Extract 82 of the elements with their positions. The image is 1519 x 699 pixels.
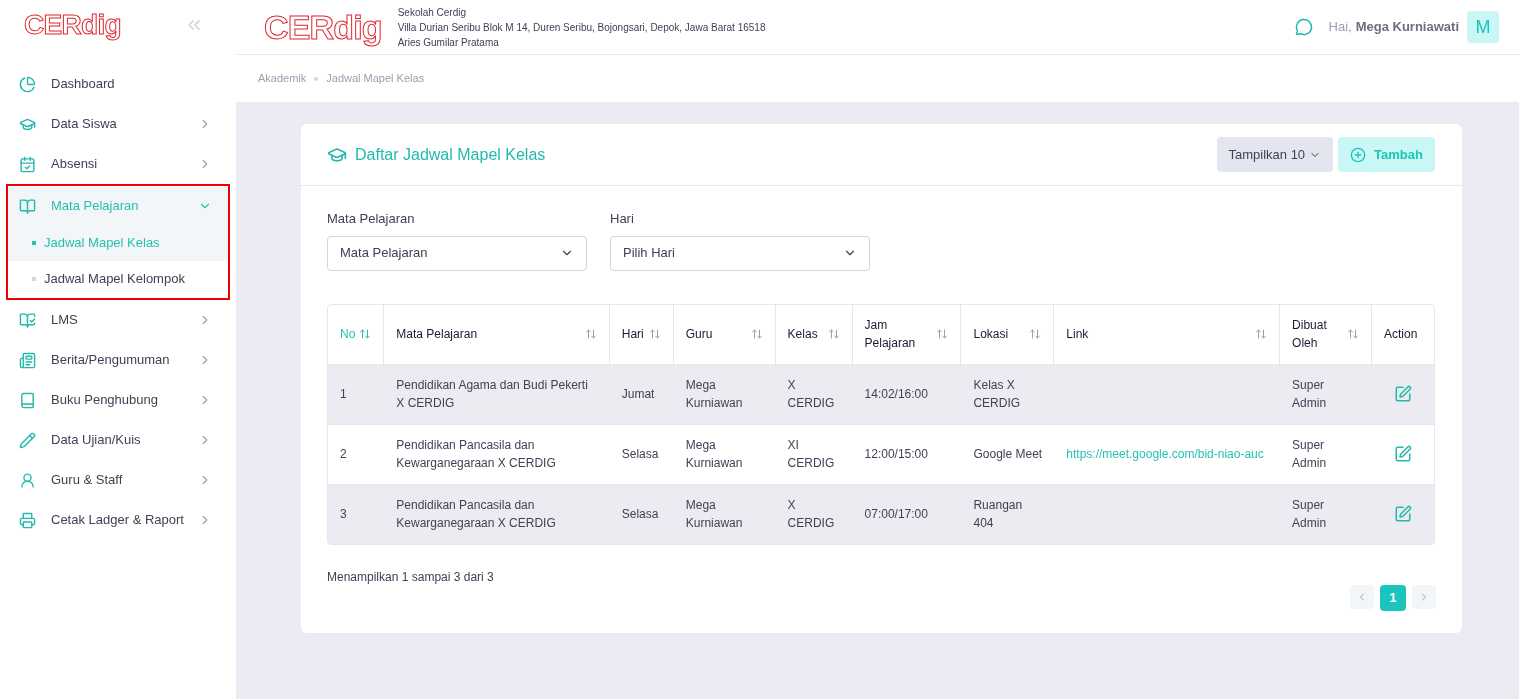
sort-icon[interactable]: [584, 328, 597, 340]
sidebar-item[interactable]: LMS: [8, 301, 228, 339]
sort-icon[interactable]: [1029, 328, 1042, 340]
book-icon: [19, 391, 36, 409]
table-cell: Jumat: [609, 363, 674, 424]
sort-icon[interactable]: [1255, 328, 1268, 340]
column-header[interactable]: Hari: [609, 304, 674, 364]
submenu-item[interactable]: Jadwal Mapel Kelompok: [8, 261, 228, 297]
sidebar-item[interactable]: Data Siswa: [8, 105, 228, 143]
table-cell: Super Admin: [1280, 483, 1372, 544]
sort-icon[interactable]: [359, 328, 372, 340]
table-cell: Mega Kurniawan: [673, 423, 776, 484]
open-book-icon: [19, 197, 36, 215]
user-name: Mega Kurniawati: [1355, 18, 1459, 37]
table-cell: X CERDIG: [775, 483, 853, 544]
filter-label: Mata Pelajaran: [327, 210, 416, 228]
school-address: Villa Durian Seribu Blok M 14, Duren Seribu, Bojongsari, Depok, Jawa Barat 16518: [397, 20, 766, 35]
breadcrumb-item: Jadwal Mapel Kelas: [326, 71, 425, 87]
sort-icon[interactable]: [750, 328, 763, 340]
card-title: Daftar Jadwal Mapel Kelas: [355, 144, 547, 165]
filter-select[interactable]: Pilih Hari: [610, 235, 870, 271]
table-cell: XI CERDIG: [775, 423, 853, 484]
table-cell: Pendidikan Agama dan Budi Pekerti X CERDIG: [384, 363, 610, 424]
sort-icon[interactable]: [827, 328, 840, 340]
table-cell: 14:02/16:00: [852, 363, 962, 424]
table-cell: Pendidikan Pancasila dan Kewarganegaraan X CERDIG: [384, 423, 610, 484]
table-cell: Super Admin: [1280, 423, 1372, 484]
table-cell: 2: [328, 423, 385, 484]
table-cell: 07:00/17:00: [852, 483, 962, 544]
table-cell: Selasa: [609, 423, 674, 484]
table-cell: Mega Kurniawan: [673, 483, 776, 544]
table-cell: Pendidikan Pancasila dan Kewarganegaraan X CERDIG: [384, 483, 610, 544]
column-header[interactable]: Guru: [673, 304, 776, 364]
bullet-icon: [32, 277, 36, 281]
pencil-icon: [19, 431, 36, 449]
sidebar-item[interactable]: Berita/Pengumuman: [8, 341, 228, 379]
table-cell: Google Meet: [961, 423, 1055, 484]
greeting: Hai,: [1328, 18, 1352, 37]
sort-icon[interactable]: [648, 328, 661, 340]
sort-icon[interactable]: [1346, 328, 1359, 340]
newspaper-icon: [19, 351, 36, 369]
table-cell: Ruangan 404: [961, 483, 1055, 544]
sort-icon[interactable]: [936, 328, 949, 340]
person-icon: [19, 471, 36, 489]
column-header[interactable]: Lokasi: [961, 304, 1055, 364]
logo: CERdig: [24, 11, 121, 39]
school-name: Sekolah Cerdig: [397, 5, 468, 20]
table-cell: Kelas X CERDIG: [961, 363, 1055, 424]
chat-icon[interactable]: [1294, 18, 1313, 36]
principal-name: Aries Gumilar Pratama: [397, 35, 500, 50]
page-size-dropdown[interactable]: Tampilkan 10: [1216, 137, 1334, 172]
sidebar-item[interactable]: Cetak Ladger & Raport: [8, 501, 228, 539]
sidebar-item[interactable]: Absensi: [8, 145, 228, 183]
sidebar-item[interactable]: Data Ujian/Kuis: [8, 421, 228, 459]
table-cell: Mega Kurniawan: [673, 363, 776, 424]
edit-icon[interactable]: [1393, 505, 1412, 524]
sidebar-item[interactable]: Buku Penghubung: [8, 381, 228, 419]
filter-select[interactable]: Mata Pelajaran: [327, 235, 587, 271]
column-header: Action: [1382, 326, 1419, 343]
column-header[interactable]: Jam Pelajaran: [852, 304, 962, 364]
plus-icon: [1350, 146, 1367, 163]
table-cell: Super Admin: [1280, 363, 1372, 424]
column-header[interactable]: Kelas: [775, 304, 853, 364]
results-summary: Menampilkan 1 sampai 3 dari 3: [327, 568, 494, 586]
next-page-button[interactable]: [1412, 584, 1436, 609]
edit-icon[interactable]: [1393, 445, 1412, 464]
table-cell: 1: [328, 363, 385, 424]
sidebar-item[interactable]: Guru & Staff: [8, 461, 228, 499]
column-header[interactable]: Link: [1054, 304, 1281, 364]
edit-icon[interactable]: [1393, 385, 1412, 404]
table-cell: Selasa: [609, 483, 674, 544]
bullet-icon: [32, 241, 36, 245]
table-cell: X CERDIG: [775, 363, 853, 424]
sidebar-item[interactable]: Dashboard: [8, 65, 228, 103]
table-cell: 12:00/15:00: [852, 423, 962, 484]
printer-icon: [19, 511, 36, 529]
column-header[interactable]: Mata Pelajaran: [384, 304, 610, 364]
pie-chart-icon: [19, 75, 36, 93]
table-cell: 3: [328, 483, 385, 544]
calendar-check-icon: [19, 155, 36, 173]
column-header[interactable]: Dibuat Oleh: [1280, 304, 1372, 364]
filter-label: Hari: [610, 210, 635, 228]
